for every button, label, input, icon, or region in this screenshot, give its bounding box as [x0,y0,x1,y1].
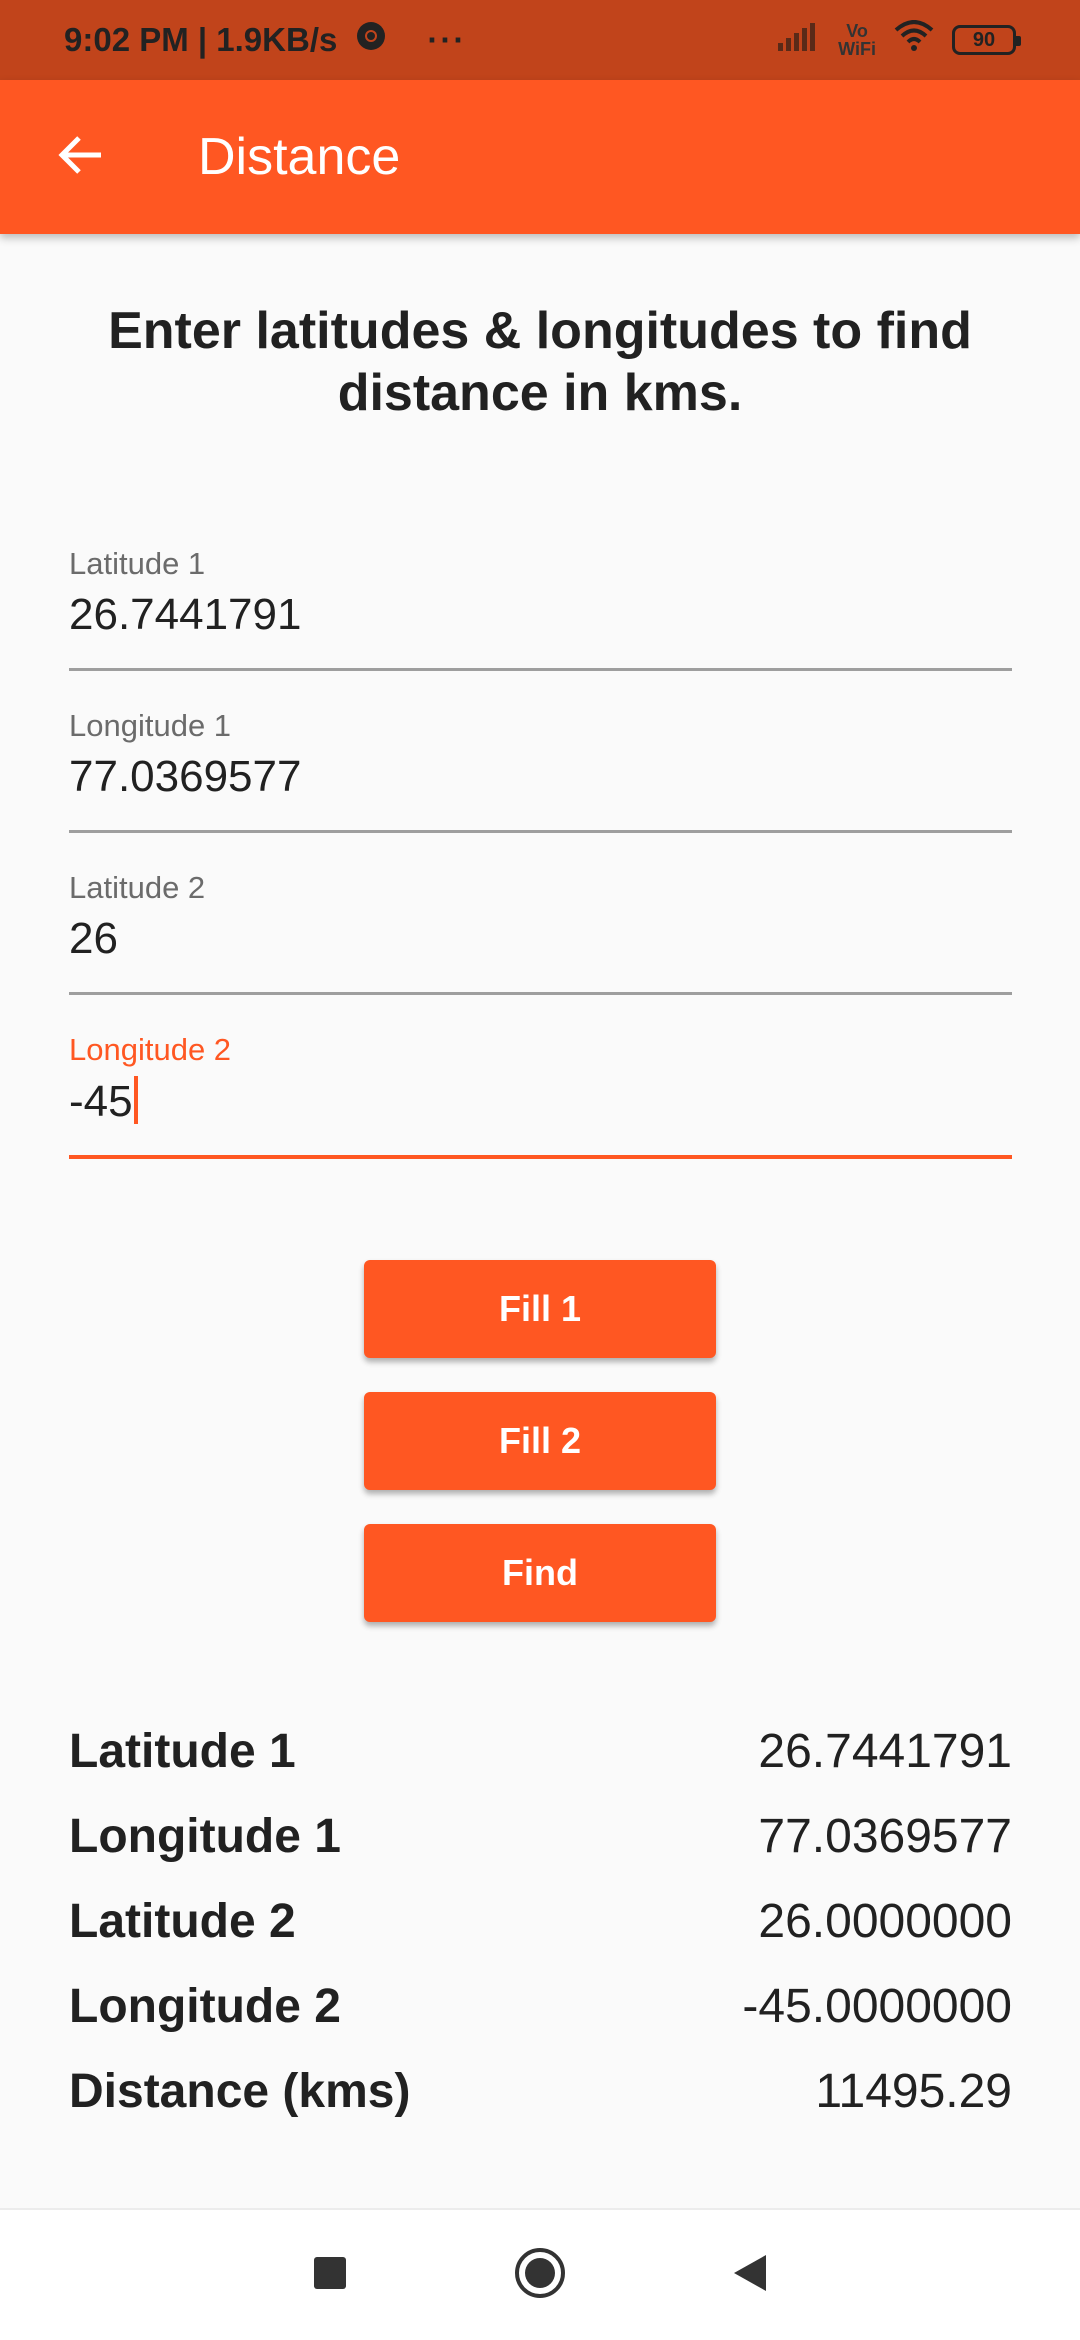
circle-icon [514,2247,566,2304]
battery-icon: 90 [952,25,1021,55]
instruction-heading: Enter latitudes & longitudes to find dis… [108,302,972,422]
longitude-2-field[interactable]: Longitude 2 -45 [69,1032,1012,1159]
result-value: -45.0000000 [742,1979,1012,2033]
more-notifications-icon: ··· [427,21,467,58]
result-value: 26.7441791 [758,1724,1012,1778]
status-right: Vo WiFi 90 [776,20,1021,60]
chrome-icon [355,20,387,60]
status-bar: 9:02 PM | 1.9KB/s ··· Vo WiFi 90 [0,0,1080,80]
home-button[interactable] [510,2245,570,2305]
result-value: 77.0369577 [758,1809,1012,1863]
triangle-back-icon [732,2253,768,2298]
app-bar: Distance [0,80,1080,234]
vowifi-icon: Vo WiFi [838,22,876,58]
field-label: Latitude 1 [69,546,206,581]
field-value[interactable]: 77.0369577 [69,752,301,830]
arrow-back-icon [55,130,105,185]
fill-1-button[interactable]: Fill 1 [364,1260,716,1358]
result-row-latitude-2: Latitude 2 26.0000000 [69,1886,1012,1956]
square-icon [313,2256,347,2295]
wifi-icon [894,20,934,60]
result-label: Latitude 2 [69,1894,296,1948]
result-row-longitude-1: Longitude 1 77.0369577 [69,1801,1012,1871]
back-button[interactable] [32,109,128,205]
signal-icon [776,21,820,59]
field-label: Latitude 2 [69,870,206,905]
find-button[interactable]: Find [364,1524,716,1622]
battery-level: 90 [972,28,996,51]
result-value: 11495.29 [815,2064,1012,2118]
result-label: Distance (kms) [69,2064,411,2118]
result-label: Latitude 1 [69,1724,296,1778]
vowifi-bottom: WiFi [838,39,876,59]
fill-2-button[interactable]: Fill 2 [364,1392,716,1490]
latitude-2-field[interactable]: Latitude 2 26 [69,870,1012,995]
status-left: 9:02 PM | 1.9KB/s ··· [64,20,466,60]
field-label: Longitude 2 [69,1032,232,1067]
back-nav-button[interactable] [720,2245,780,2305]
system-nav-bar [0,2208,1080,2340]
field-value[interactable]: 26 [69,914,118,992]
result-label: Longitude 1 [69,1809,341,1863]
field-value[interactable]: -45 [69,1076,138,1155]
vowifi-top: Vo [846,21,868,41]
result-value: 26.0000000 [758,1894,1012,1948]
field-value-text: -45 [69,1077,133,1126]
result-row-distance: Distance (kms) 11495.29 [69,2056,1012,2126]
field-label: Longitude 1 [69,708,232,743]
latitude-1-field[interactable]: Latitude 1 26.7441791 [69,546,1012,671]
text-cursor [133,1076,138,1124]
result-label: Longitude 2 [69,1979,341,2033]
result-row-longitude-2: Longitude 2 -45.0000000 [69,1971,1012,2041]
status-time: 9:02 PM | 1.9KB/s [64,21,338,58]
longitude-1-field[interactable]: Longitude 1 77.0369577 [69,708,1012,833]
result-row-latitude-1: Latitude 1 26.7441791 [69,1716,1012,1786]
field-value[interactable]: 26.7441791 [69,590,301,668]
recents-button[interactable] [300,2245,360,2305]
page-title: Distance [198,128,401,186]
